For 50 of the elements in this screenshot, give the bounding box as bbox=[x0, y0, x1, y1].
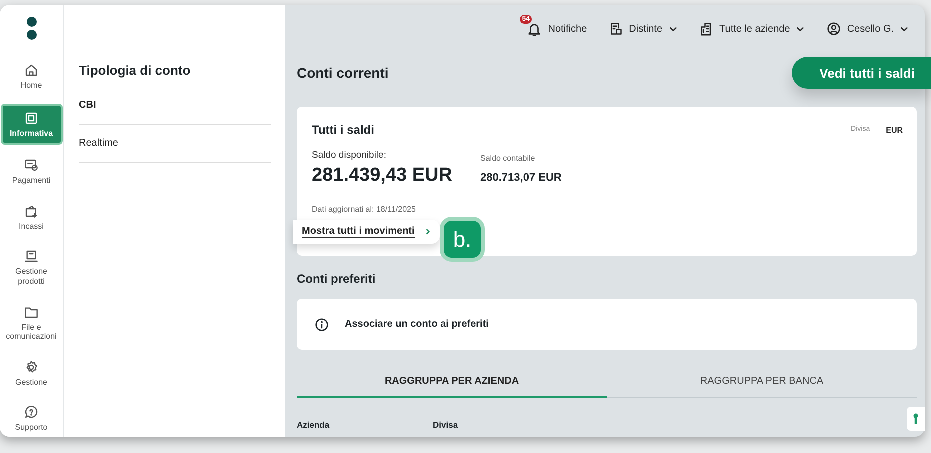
update-date: Dati aggiornati al: 18/11/2025 bbox=[312, 205, 417, 214]
nav-item[interactable]: Incassi bbox=[0, 198, 62, 236]
nav-item[interactable]: Gestione prodotti bbox=[0, 244, 62, 292]
chevron-down-icon bbox=[668, 24, 678, 34]
dropdown-menu[interactable]: Cesello G. bbox=[827, 22, 909, 36]
nav-item[interactable]: Pagamenti bbox=[0, 153, 62, 191]
panel-title: Tipologia di conto bbox=[79, 63, 192, 78]
chevron-right-icon bbox=[424, 228, 432, 236]
user-icon bbox=[827, 22, 842, 36]
nav-item[interactable]: Informativa bbox=[0, 104, 62, 146]
page-title: Conti correnti bbox=[297, 65, 389, 81]
chevron-down-icon bbox=[900, 24, 909, 34]
nav-item[interactable]: File e comunicazioni bbox=[0, 300, 62, 347]
accounting-balance-label: Saldo contabile bbox=[480, 154, 536, 163]
show-movements-link[interactable]: Mostra tutti i movimenti bbox=[293, 220, 440, 244]
callout-badge: b. bbox=[440, 217, 485, 262]
nav-item[interactable]: Home bbox=[0, 58, 62, 96]
group-tab[interactable]: RAGGRUPPA PER BANCA bbox=[607, 376, 917, 398]
laptop-icon bbox=[24, 249, 39, 264]
currency-value: EUR bbox=[886, 126, 903, 134]
wallet-icon bbox=[24, 204, 39, 219]
payment-icon bbox=[24, 158, 39, 174]
document-icon bbox=[609, 22, 624, 36]
available-balance-label: Saldo disponibile: bbox=[312, 150, 388, 161]
section-title: Conti preferiti bbox=[297, 272, 377, 286]
feedback-button[interactable] bbox=[907, 407, 925, 431]
card-title: Tutti i saldi bbox=[312, 123, 374, 137]
keyhole-icon bbox=[913, 413, 919, 425]
available-balance: 281.439,43 EUR bbox=[312, 165, 452, 187]
group-tab[interactable]: RAGGRUPPA PER AZIENDA bbox=[297, 376, 607, 398]
bell-icon bbox=[527, 22, 542, 36]
logo-icon bbox=[26, 17, 36, 40]
dropdown-menu[interactable]: Distinte bbox=[609, 22, 678, 36]
settings-icon bbox=[24, 360, 39, 375]
view-all-balances-button[interactable]: Vedi tutti i saldi bbox=[792, 57, 931, 89]
nav-item[interactable]: Supporto bbox=[0, 400, 62, 438]
column-header: Divisa bbox=[433, 420, 458, 430]
help-icon bbox=[24, 405, 39, 420]
building-icon bbox=[700, 22, 714, 36]
nav-item[interactable]: Gestione bbox=[0, 354, 62, 392]
column-header: Azienda bbox=[297, 420, 331, 430]
chevron-down-icon bbox=[796, 24, 806, 34]
account-type-item[interactable]: Realtime bbox=[79, 138, 271, 163]
document-icon bbox=[24, 110, 39, 126]
dropdown-menu[interactable]: Tutte le aziende bbox=[700, 22, 806, 36]
info-message: Associare un conto ai preferiti bbox=[345, 319, 489, 330]
info-icon bbox=[315, 318, 329, 332]
account-type-item[interactable]: CBI bbox=[79, 100, 271, 125]
home-icon bbox=[24, 63, 39, 78]
accounting-balance: 280.713,07 EUR bbox=[480, 172, 562, 184]
